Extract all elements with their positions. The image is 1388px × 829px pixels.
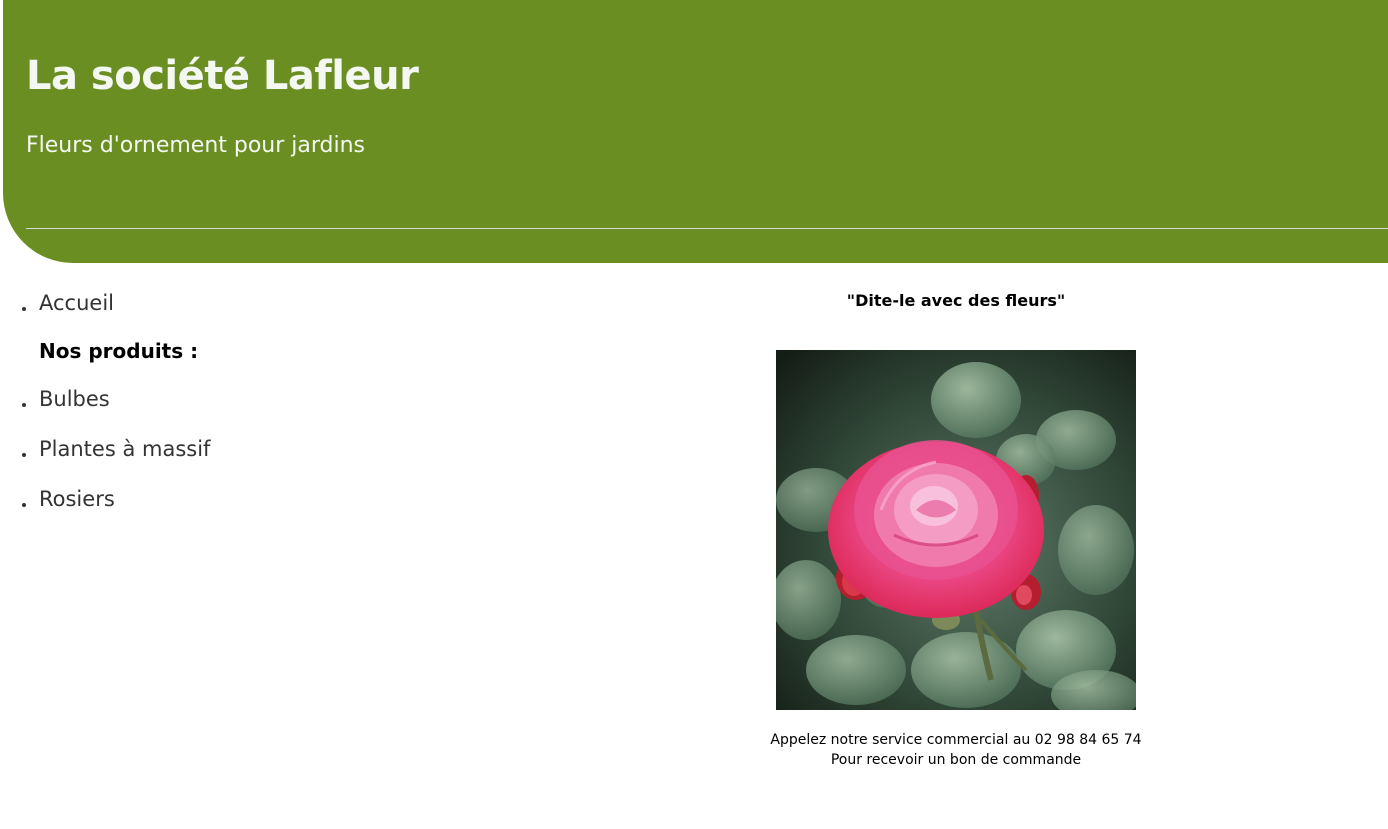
site-header: La société Lafleur Fleurs d'ornement pou… — [3, 0, 1388, 263]
nav-link-rosiers[interactable]: Rosiers — [22, 484, 115, 514]
contact-info: Appelez notre service commercial au 02 9… — [756, 730, 1156, 770]
slogan: "Dite-le avec des fleurs" — [846, 291, 1066, 310]
contact-phone-line: Appelez notre service commercial au 02 9… — [770, 732, 1142, 748]
rose-photo — [776, 350, 1136, 710]
header-divider — [26, 228, 1388, 229]
contact-order-line: Pour recevoir un bon de commande — [830, 752, 1082, 768]
site-title: La société Lafleur — [26, 53, 419, 99]
nav-link-plantes-a-massif[interactable]: Plantes à massif — [21, 434, 210, 464]
nav-products-heading: Nos produits : — [39, 339, 199, 363]
nav-link-bulbes[interactable]: Bulbes — [22, 384, 110, 414]
rose-illustration — [776, 350, 1136, 710]
site-tagline: Fleurs d'ornement pour jardins — [26, 133, 366, 158]
nav-link-accueil[interactable]: Accueil — [22, 288, 114, 318]
